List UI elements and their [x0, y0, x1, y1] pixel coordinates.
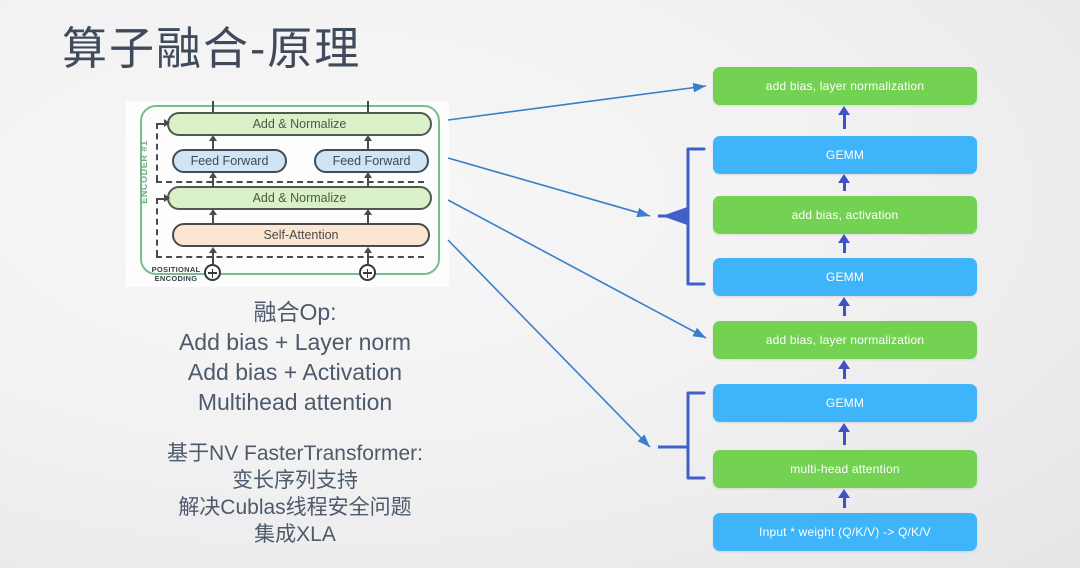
brace-upper	[686, 147, 706, 286]
brace-lower	[686, 391, 706, 480]
connector-lines	[447, 82, 707, 480]
connector-to-upper-brace	[447, 157, 651, 218]
connector-to-layernorm-bottom	[447, 199, 707, 339]
connector-to-layernorm-top	[447, 82, 707, 121]
slide-canvas: 算子融合-原理 ENCODER #1 Add & Normalize Feed …	[0, 0, 1080, 568]
connector-to-lower-brace	[447, 239, 651, 448]
